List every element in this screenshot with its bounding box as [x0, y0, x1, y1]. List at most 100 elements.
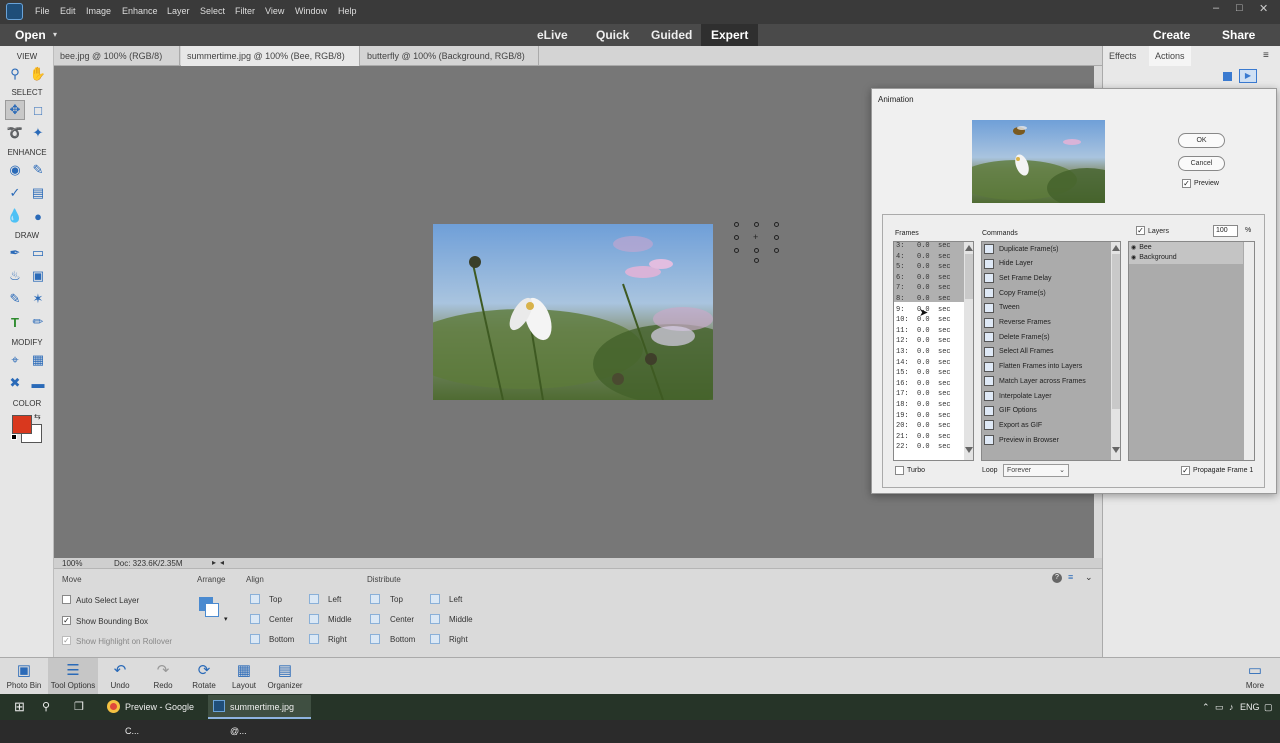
tab-expert[interactable]: Expert: [701, 24, 759, 46]
windows-start-icon[interactable]: ⊞: [14, 694, 25, 720]
tray-up-icon[interactable]: ⌃: [1202, 694, 1210, 720]
command-row[interactable]: Duplicate Frame(s): [984, 242, 1109, 256]
align-top-icon[interactable]: [250, 594, 260, 604]
frame-row[interactable]: 15: 0.0 sec: [896, 369, 951, 377]
layers-list[interactable]: ◉ Bee ◉ Background: [1128, 241, 1255, 461]
close-window-button[interactable]: ✕: [1259, 2, 1268, 15]
open-button[interactable]: Open: [15, 28, 46, 42]
tab-guided[interactable]: Guided: [651, 28, 692, 42]
distribute-center-label[interactable]: Center: [390, 615, 414, 624]
document-photo[interactable]: [433, 224, 713, 400]
ok-button[interactable]: OK: [1178, 133, 1225, 148]
sponge-tool-icon[interactable]: ●: [28, 206, 48, 226]
distribute-left-label[interactable]: Left: [449, 595, 462, 604]
frame-row[interactable]: 13: 0.0 sec: [896, 348, 951, 356]
align-bottom-icon[interactable]: [250, 634, 260, 644]
align-bottom-label[interactable]: Bottom: [269, 635, 294, 644]
command-row[interactable]: Match Layer across Frames: [984, 374, 1109, 388]
scroll-up-icon[interactable]: [1112, 245, 1120, 251]
tab-actions[interactable]: Actions: [1149, 46, 1191, 66]
command-row[interactable]: Export as GIF: [984, 418, 1109, 432]
command-row[interactable]: Copy Frame(s): [984, 286, 1109, 300]
distribute-bottom-icon[interactable]: [370, 634, 380, 644]
frame-row[interactable]: 20: 0.0 sec: [896, 422, 951, 430]
share-button[interactable]: Share: [1222, 28, 1255, 42]
play-action-icon[interactable]: ▶: [1239, 69, 1257, 83]
arrange-button[interactable]: [199, 597, 221, 619]
visibility-eye-icon[interactable]: ◉: [1131, 254, 1136, 261]
preview-checkbox[interactable]: ✓: [1182, 179, 1191, 188]
brush-tool-icon[interactable]: ✒: [5, 243, 25, 263]
distribute-bottom-label[interactable]: Bottom: [390, 635, 415, 644]
tab-effects[interactable]: Effects: [1103, 46, 1142, 66]
align-right-icon[interactable]: [309, 634, 319, 644]
show-bounding-checkbox[interactable]: ✓: [62, 616, 71, 625]
frame-row[interactable]: 12: 0.0 sec: [896, 337, 951, 345]
align-top-label[interactable]: Top: [269, 595, 282, 604]
command-row[interactable]: Interpolate Layer: [984, 389, 1109, 403]
layer-row-background[interactable]: ◉ Background: [1131, 254, 1177, 261]
menu-layer[interactable]: Layer: [167, 6, 190, 16]
notification-icon[interactable]: ▢: [1264, 694, 1273, 720]
healing-brush-tool-icon[interactable]: ✎: [28, 160, 48, 180]
loop-select[interactable]: Forever ⌄: [1003, 464, 1069, 477]
paint-bucket-tool-icon[interactable]: ♨: [5, 266, 25, 286]
rotate-handle[interactable]: [754, 258, 759, 263]
layout-button[interactable]: ▦ Layout: [229, 658, 259, 695]
transform-handle[interactable]: [734, 222, 739, 227]
distribute-center-icon[interactable]: [370, 614, 380, 624]
custom-shape-tool-icon[interactable]: ✶: [28, 289, 48, 309]
clone-stamp-tool-icon[interactable]: ▤: [28, 183, 48, 203]
menu-filter[interactable]: Filter: [235, 6, 255, 16]
panel-menu-icon[interactable]: ≡: [1263, 50, 1269, 61]
organizer-button[interactable]: ▤ Organizer: [265, 658, 305, 695]
distribute-middle-label[interactable]: Middle: [449, 615, 473, 624]
scroll-down-icon[interactable]: [965, 447, 973, 453]
scroll-up-icon[interactable]: [965, 245, 973, 251]
menu-enhance[interactable]: Enhance: [122, 6, 158, 16]
align-left-icon[interactable]: [309, 594, 319, 604]
menu-window[interactable]: Window: [295, 6, 327, 16]
reference-point-icon[interactable]: +: [753, 232, 758, 242]
distribute-top-label[interactable]: Top: [390, 595, 403, 604]
tray-network-icon[interactable]: ▭: [1215, 694, 1224, 720]
foreground-color-swatch[interactable]: [12, 415, 32, 434]
status-arrow-icon[interactable]: ▸: [212, 558, 216, 567]
frame-row[interactable]: 11: 0.0 sec: [896, 327, 951, 335]
commands-scrollbar[interactable]: [1111, 242, 1120, 460]
command-row[interactable]: Flatten Frames into Layers: [984, 360, 1109, 374]
command-row[interactable]: Preview in Browser: [984, 433, 1109, 447]
tool-options-button[interactable]: ☰ Tool Options: [48, 658, 98, 695]
options-menu-icon[interactable]: ≡: [1068, 572, 1073, 582]
taskbar-chrome-app[interactable]: Preview - Google C...: [103, 695, 205, 736]
frame-row[interactable]: 19: 0.0 sec: [896, 412, 951, 420]
opacity-input[interactable]: 100: [1213, 225, 1238, 237]
distribute-middle-icon[interactable]: [430, 614, 440, 624]
swap-colors-icon[interactable]: ⇆: [34, 412, 41, 421]
align-center-icon[interactable]: [250, 614, 260, 624]
tray-language[interactable]: ENG: [1240, 694, 1260, 720]
status-scroll-left-icon[interactable]: ◂: [220, 558, 224, 567]
command-row[interactable]: GIF Options: [984, 404, 1109, 418]
tab-elive[interactable]: eLive: [537, 28, 568, 42]
rotate-button[interactable]: ⟳ Rotate: [188, 658, 220, 695]
transform-handle[interactable]: [754, 222, 759, 227]
align-middle-icon[interactable]: [309, 614, 319, 624]
command-row[interactable]: Reverse Frames: [984, 316, 1109, 330]
frame-row[interactable]: 22: 0.0 sec: [896, 443, 951, 451]
doc-tab-summertime[interactable]: summertime.jpg @ 100% (Bee, RGB/8) *×: [181, 46, 360, 81]
menu-file[interactable]: File: [35, 6, 50, 16]
scroll-thumb[interactable]: [1112, 254, 1120, 409]
propagate-checkbox[interactable]: ✓: [1181, 466, 1190, 475]
transform-handle[interactable]: [734, 235, 739, 240]
menu-image[interactable]: Image: [86, 6, 111, 16]
move-tool-icon[interactable]: ✥: [5, 100, 25, 120]
taskbar-photoshop-app[interactable]: summertime.jpg @...: [208, 695, 311, 736]
menu-edit[interactable]: Edit: [60, 6, 76, 16]
doc-tab-butterfly[interactable]: butterfly @ 100% (Background, RGB/8) *×: [361, 46, 539, 81]
zoom-level[interactable]: 100%: [62, 559, 82, 568]
command-row[interactable]: Tween: [984, 301, 1109, 315]
menu-select[interactable]: Select: [200, 6, 225, 16]
scroll-thumb[interactable]: [965, 254, 973, 299]
menu-help[interactable]: Help: [338, 6, 357, 16]
